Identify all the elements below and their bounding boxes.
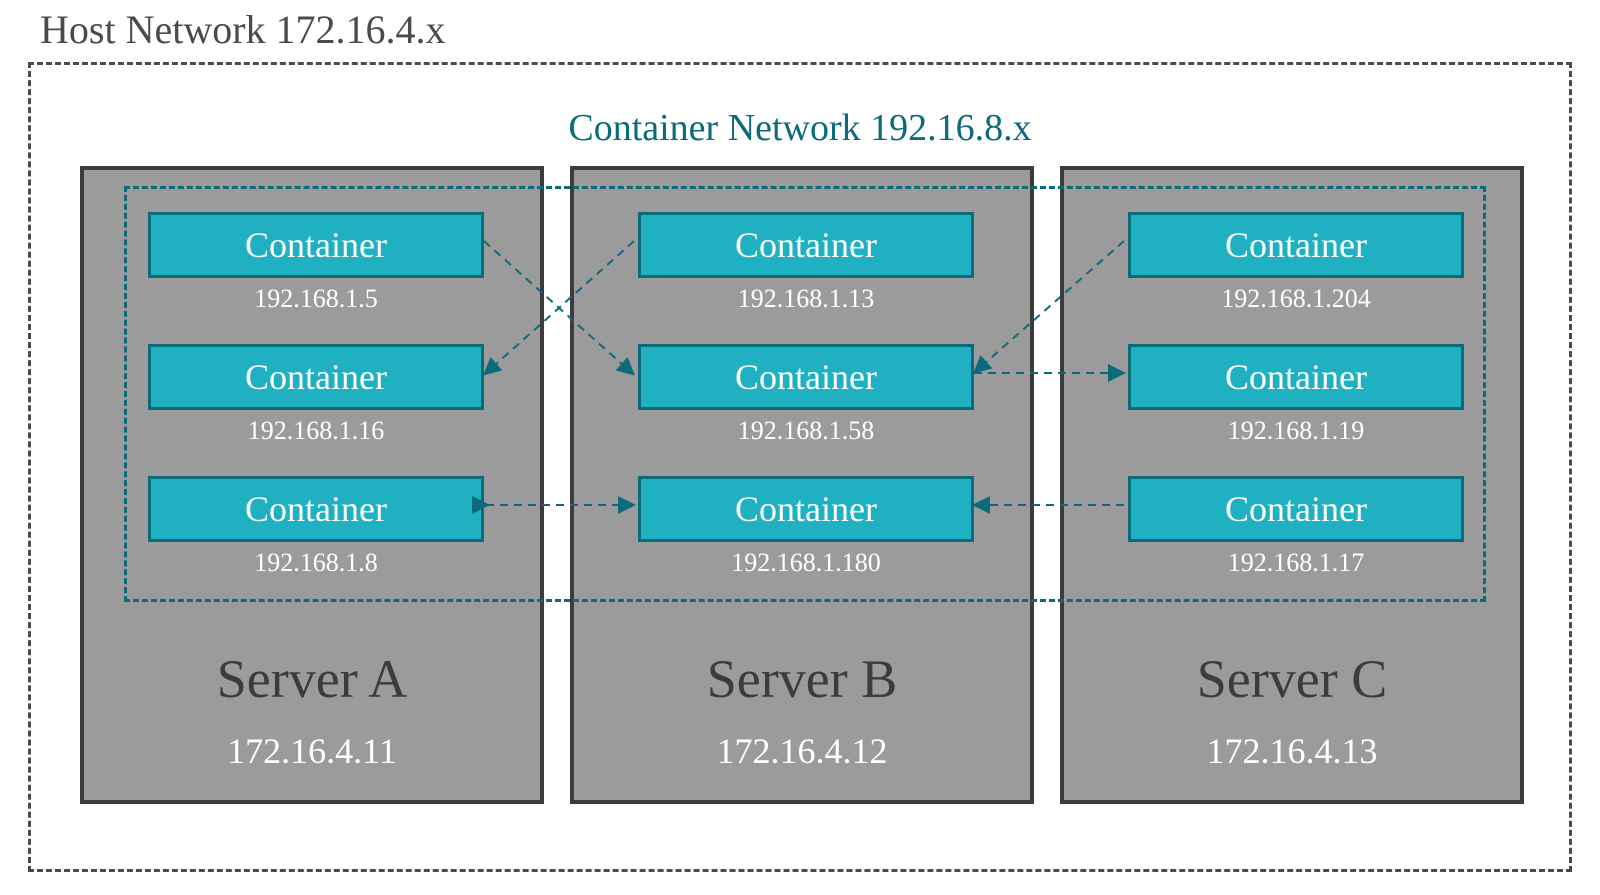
container-ip: 192.168.1.204 (1128, 284, 1464, 314)
container-network-title: Container Network 192.16.8.x (0, 106, 1600, 150)
container-box: Container (638, 212, 974, 278)
container-ip: 192.168.1.180 (638, 548, 974, 578)
server-name: Server B (574, 648, 1030, 710)
container-ip: 192.168.1.58 (638, 416, 974, 446)
container-box: Container (1128, 344, 1464, 410)
container-ip: 192.168.1.13 (638, 284, 974, 314)
container-box: Container (148, 476, 484, 542)
server-name: Server C (1064, 648, 1520, 710)
server-host-ip: 172.16.4.12 (574, 730, 1030, 772)
server-a: Container 192.168.1.5 Container 192.168.… (80, 166, 544, 804)
container-box: Container (148, 212, 484, 278)
container-ip: 192.168.1.16 (148, 416, 484, 446)
container-box: Container (1128, 476, 1464, 542)
container-ip: 192.168.1.17 (1128, 548, 1464, 578)
container-box: Container (148, 344, 484, 410)
server-name: Server A (84, 648, 540, 710)
container-ip: 192.168.1.19 (1128, 416, 1464, 446)
container-ip: 192.168.1.8 (148, 548, 484, 578)
container-box: Container (638, 476, 974, 542)
host-network-title: Host Network 172.16.4.x (40, 6, 446, 53)
container-box: Container (638, 344, 974, 410)
server-host-ip: 172.16.4.13 (1064, 730, 1520, 772)
container-box: Container (1128, 212, 1464, 278)
server-b: Container 192.168.1.13 Container 192.168… (570, 166, 1034, 804)
server-c: Container 192.168.1.204 Container 192.16… (1060, 166, 1524, 804)
server-host-ip: 172.16.4.11 (84, 730, 540, 772)
container-ip: 192.168.1.5 (148, 284, 484, 314)
